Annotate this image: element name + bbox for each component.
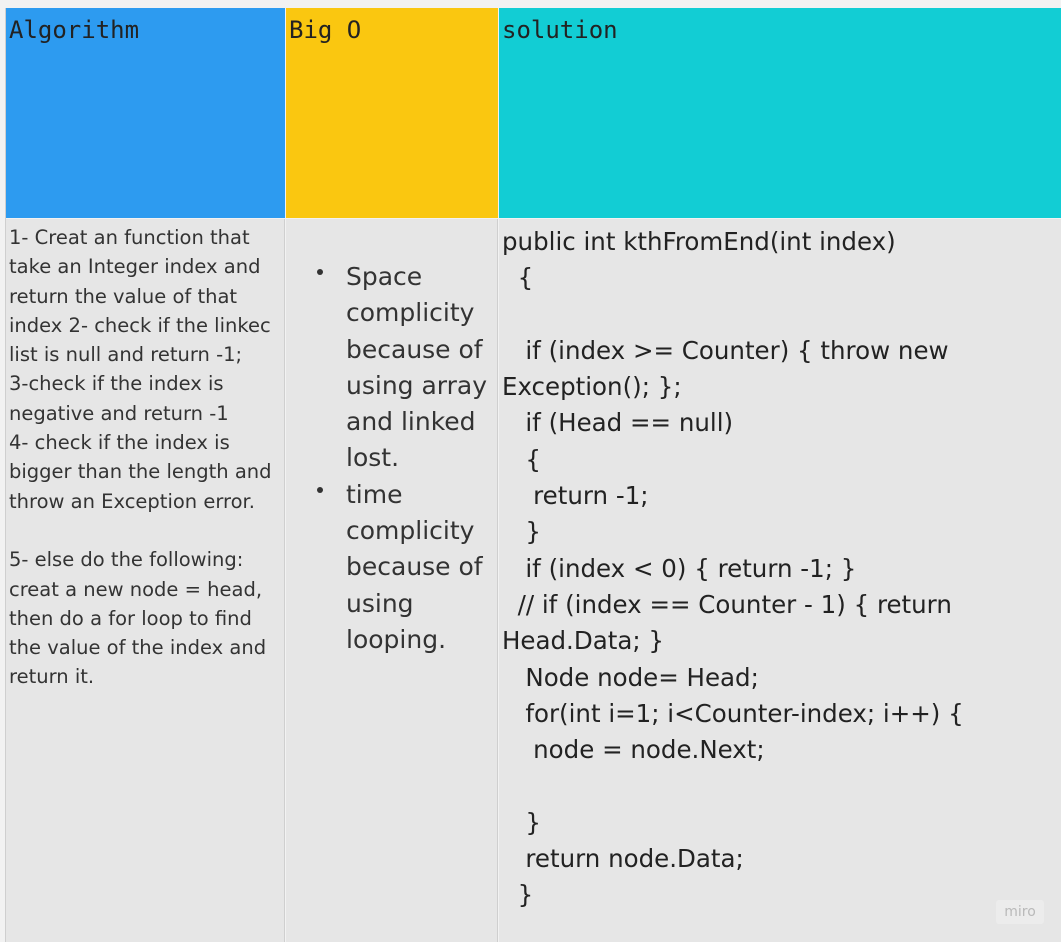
algorithm-header-sticky[interactable]: Algorithm xyxy=(6,8,285,218)
bullet-icon xyxy=(317,486,323,493)
big-o-list-item: time complicity because of using looping… xyxy=(308,477,492,658)
miro-board: Algorithm Big O solution 1- Creat an fun… xyxy=(0,0,1061,942)
big-o-item-text: Space complicity because of using array … xyxy=(346,262,488,473)
solution-code: public int kthFromEnd(int index) { if (i… xyxy=(502,227,964,910)
big-o-header-label: Big O xyxy=(289,16,362,44)
algorithm-cell[interactable]: 1- Creat an function that take an Intege… xyxy=(6,219,285,942)
big-o-header-sticky[interactable]: Big O xyxy=(286,8,498,218)
big-o-list: Space complicity because of using array … xyxy=(308,259,492,658)
big-o-cell[interactable]: Space complicity because of using array … xyxy=(286,219,498,942)
algorithm-description: 1- Creat an function that take an Intege… xyxy=(9,226,272,689)
solution-header-sticky[interactable]: solution xyxy=(499,8,1061,218)
solution-header-label: solution xyxy=(502,16,618,44)
big-o-item-text: time complicity because of using looping… xyxy=(346,479,483,654)
big-o-list-item: Space complicity because of using array … xyxy=(308,259,492,477)
bullet-icon xyxy=(317,269,323,275)
table-divider xyxy=(5,8,6,942)
solution-cell[interactable]: public int kthFromEnd(int index) { if (i… xyxy=(499,219,1061,942)
algorithm-header-label: Algorithm xyxy=(9,16,140,44)
miro-watermark: miro xyxy=(996,900,1044,924)
